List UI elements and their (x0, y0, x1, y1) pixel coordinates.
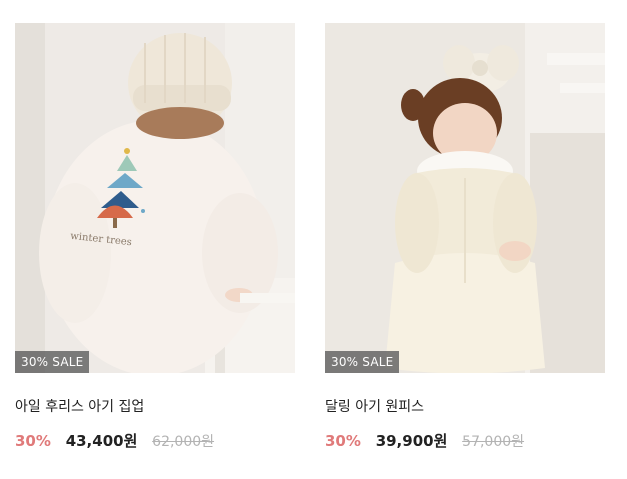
price-row: 30% 43,400원 62,000원 (15, 431, 214, 451)
sale-price: 43,400원 (65, 432, 138, 450)
product-image-fleece-zipup[interactable]: winter trees 30% SALE (15, 23, 295, 373)
product-grid: winter trees 30% SALE 아일 후리스 아기 집업 30% 4… (0, 0, 627, 479)
discount-rate: 30% (325, 432, 361, 450)
original-price: 62,000원 (152, 434, 215, 450)
product-card-fleece-zipup[interactable]: winter trees 30% SALE 아일 후리스 아기 집업 30% 4… (15, 23, 295, 450)
sale-badge: 30% SALE (325, 351, 400, 373)
product-image-darling-dress[interactable]: 30% SALE (325, 23, 605, 373)
darling-dress-photo (325, 23, 605, 373)
fleece-zipup-photo: winter trees (15, 23, 295, 373)
product-name[interactable]: 달링 아기 원피스 (325, 398, 424, 416)
sale-badge: 30% SALE (15, 351, 90, 373)
original-price: 57,000원 (462, 434, 525, 450)
product-name[interactable]: 아일 후리스 아기 집업 (15, 398, 144, 416)
sale-price: 39,900원 (375, 432, 448, 450)
product-card-darling-dress[interactable]: 30% SALE 달링 아기 원피스 30% 39,900원 57,000원 (325, 23, 605, 450)
discount-rate: 30% (15, 432, 51, 450)
price-row: 30% 39,900원 57,000원 (325, 431, 524, 451)
